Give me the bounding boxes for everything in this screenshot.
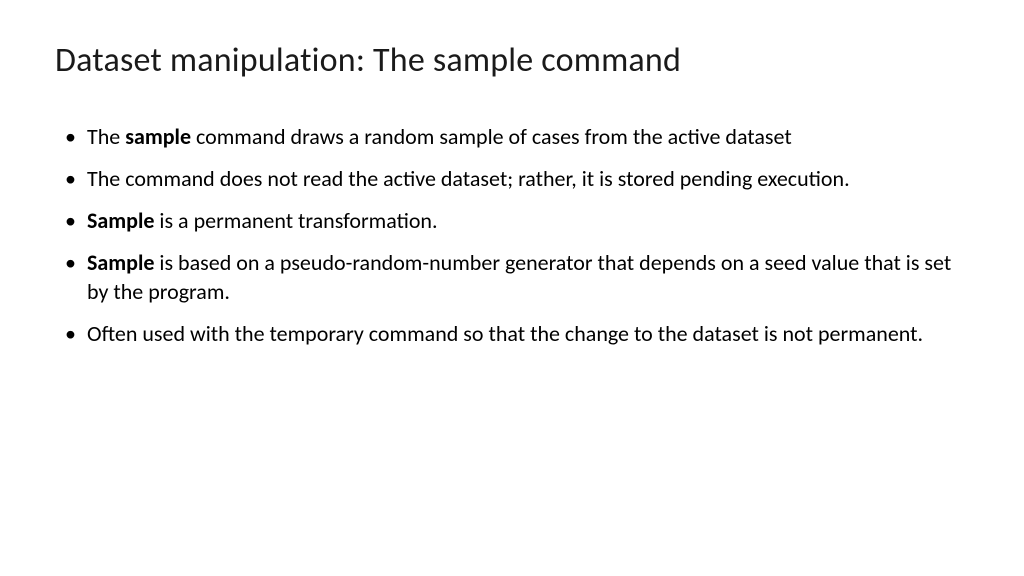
bullet-text-bold: sample — [125, 123, 191, 150]
list-item: The command does not read the active dat… — [65, 165, 969, 193]
list-item: Sample is based on a pseudo-random-numbe… — [65, 249, 969, 305]
list-item: The sample command draws a random sample… — [65, 123, 969, 151]
bullet-text-bold: Sample — [87, 207, 154, 234]
bullet-text-pre: The — [87, 123, 125, 150]
slide-title: Dataset manipulation: The sample command — [55, 40, 969, 81]
list-item: Often used with the temporary command so… — [65, 320, 969, 348]
bullet-list: The sample command draws a random sample… — [55, 123, 969, 348]
bullet-text-post: is based on a pseudo-random-number gener… — [87, 249, 951, 304]
list-item: Sample is a permanent transformation. — [65, 207, 969, 235]
bullet-text-bold: Sample — [87, 249, 154, 276]
bullet-text-pre: The command does not read the active dat… — [87, 165, 850, 192]
bullet-text-post: command draws a random sample of cases f… — [191, 123, 792, 150]
bullet-text-post: is a permanent transformation. — [154, 207, 437, 234]
bullet-text-pre: Often used with the temporary command so… — [87, 320, 923, 347]
